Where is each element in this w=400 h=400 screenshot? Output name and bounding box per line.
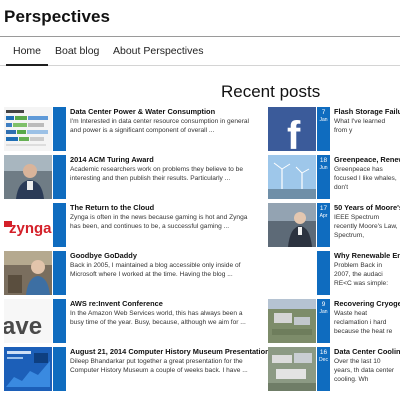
post-excerpt: Waste heat reclamation i hard because th… [334, 310, 393, 335]
post-date-badge [53, 155, 66, 199]
svg-text:f: f [287, 114, 301, 151]
post-date-badge [53, 203, 66, 247]
post-title[interactable]: Data Center Cooling D [334, 347, 400, 356]
post-date-badge: 17 Apr [317, 203, 330, 247]
nav-about[interactable]: About Perspectives [113, 45, 203, 57]
post-excerpt: Problem Back in 2007, the audaci RE<C wa… [334, 262, 389, 287]
post-item-renewable-energy[interactable]: Why Renewable Ener Problem Back in 2007,… [268, 251, 400, 295]
aerial-photo-icon [268, 347, 316, 391]
post-item-moores-law[interactable]: 17Apr 50 Years of Moore's La IEEE Spectr… [268, 203, 400, 247]
post-title[interactable]: Flash Storage Failure [334, 107, 400, 116]
post-excerpt: What I've learned from y [334, 118, 386, 134]
post-date-badge: 16 Dec [317, 347, 330, 391]
post-title[interactable]: 2014 ACM Turing Award [70, 155, 154, 164]
post-date-badge [53, 107, 66, 151]
nav-boat-blog[interactable]: Boat blog [55, 45, 99, 57]
chart-thumbnail-icon [4, 107, 52, 151]
post-title[interactable]: Why Renewable Ener [334, 251, 400, 260]
post-title[interactable]: Greenpeace, Renewab [334, 155, 400, 164]
post-item-goodbye-godaddy[interactable]: Goodbye GoDaddy Back in 2005, I maintain… [4, 251, 264, 295]
post-excerpt: Back in 2005, I maintained a blog access… [70, 262, 241, 278]
site-title[interactable]: Perspectives [4, 7, 110, 27]
post-title[interactable]: Goodbye GoDaddy [70, 251, 137, 260]
post-date-badge [53, 251, 66, 295]
post-excerpt: IEEE Spectrum recently Moore's Law, Spec… [334, 214, 398, 239]
post-item-data-center-cooling[interactable]: 16Dec Data Center Cooling D Over the las… [268, 347, 400, 391]
slide-thumbnail-icon [4, 347, 52, 391]
post-excerpt: Academic researchers work on problems th… [70, 166, 243, 182]
post-title[interactable]: 50 Years of Moore's La [334, 203, 400, 212]
post-item-return-to-cloud[interactable]: zynga The Return to the Cloud Zynga is o… [4, 203, 264, 247]
person-thumbnail-icon [4, 155, 52, 199]
nav-home[interactable]: Home [5, 45, 49, 66]
person-thumbnail-icon [268, 203, 316, 247]
blank-thumbnail-icon [268, 251, 316, 295]
post-title[interactable]: AWS re:Invent Conference [70, 299, 163, 308]
post-title[interactable]: August 21, 2014 Computer History Museum … [70, 347, 270, 356]
post-item-data-center-power[interactable]: Data Center Power & Water Consumption I'… [4, 107, 264, 151]
post-item-turing-award[interactable]: 2014 ACM Turing Award Academic researche… [4, 155, 264, 199]
post-date-badge: 9 Jan [317, 299, 330, 343]
post-excerpt: Zynga is often in the news because gamin… [70, 214, 248, 230]
post-item-computer-history-museum[interactable]: August 21, 2014 Computer History Museum … [4, 347, 270, 391]
post-excerpt: Dileep Bhandarkar put together a great p… [70, 358, 248, 374]
post-date-badge [53, 347, 66, 391]
post-item-aws-reinvent[interactable]: ave AWS re:Invent Conference In the Amaz… [4, 299, 264, 343]
post-item-greenpeace[interactable]: 18Jun Greenpeace, Renewab Greenpeace has… [268, 155, 400, 199]
post-date-badge [53, 299, 66, 343]
svg-text:ave: ave [4, 313, 42, 340]
post-title[interactable]: The Return to the Cloud [70, 203, 154, 212]
wind-turbines-icon [268, 155, 316, 199]
svg-text:zynga: zynga [9, 220, 52, 237]
main-nav: Home Boat blog About Perspectives [0, 36, 400, 66]
post-excerpt: In the Amazon Web Services world, this h… [70, 310, 246, 326]
reinvent-logo-icon: ave [4, 299, 52, 343]
post-item-cryogenic[interactable]: 9Jan Recovering Cryogeni Waste heat recl… [268, 299, 400, 343]
person-thumbnail-icon [4, 251, 52, 295]
post-excerpt: Over the last 10 years, th data center c… [334, 358, 395, 383]
zynga-logo-icon: zynga [4, 203, 52, 247]
post-title[interactable]: Data Center Power & Water Consumption [70, 107, 215, 116]
aerial-photo-icon [268, 299, 316, 343]
site-header: Perspectives [0, 0, 400, 36]
post-date-badge: 18 Jun [317, 155, 330, 199]
post-title[interactable]: Recovering Cryogeni [334, 299, 400, 308]
post-excerpt: Greenpeace has focused I like whales, do… [334, 166, 397, 191]
post-date-badge [317, 251, 330, 295]
post-date-badge: 7 Jan [317, 107, 330, 151]
post-item-flash-storage-failure[interactable]: f 7Jan Flash Storage Failure What I've l… [268, 107, 400, 151]
facebook-logo-icon: f [268, 107, 316, 151]
post-excerpt: I'm Interested in data center resource c… [70, 118, 250, 134]
recent-posts-heading: Recent posts [221, 82, 321, 101]
